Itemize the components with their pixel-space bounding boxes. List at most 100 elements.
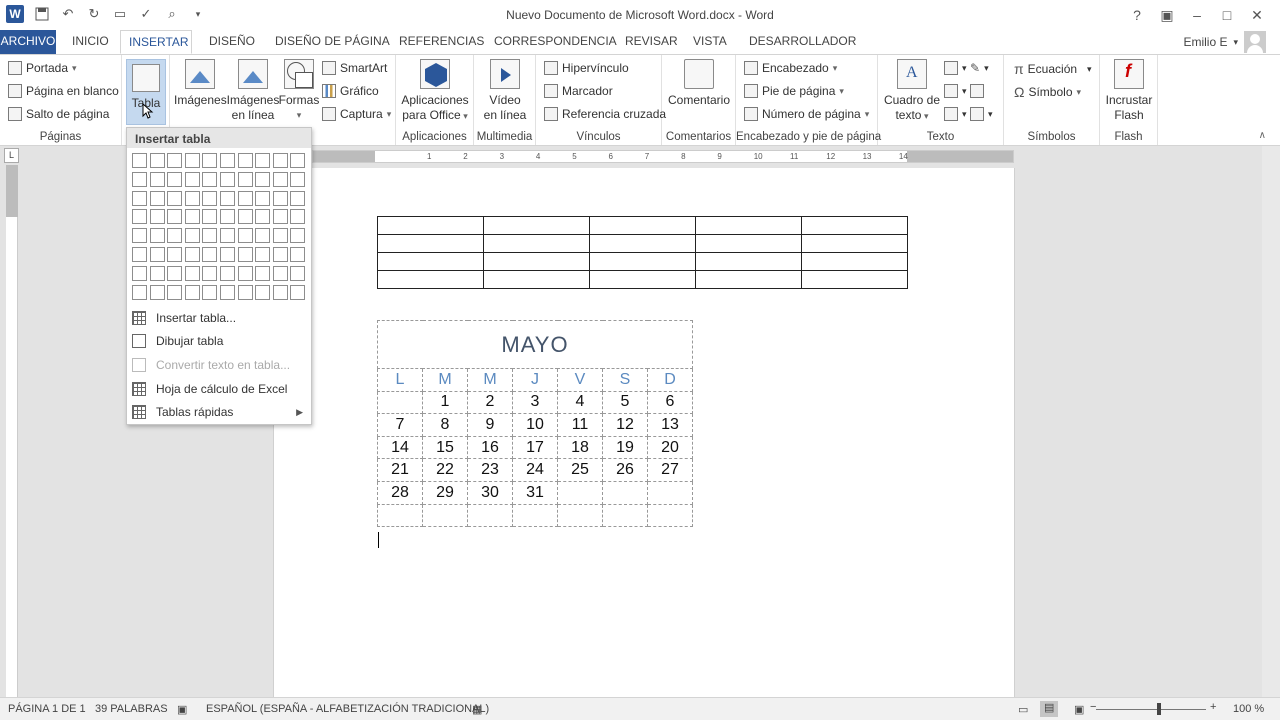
quick-parts-button[interactable]: ▾ — [944, 61, 967, 75]
grid-cell[interactable] — [237, 228, 253, 244]
grid-cell[interactable] — [167, 171, 183, 187]
smartart-button[interactable]: SmartArt — [322, 61, 387, 75]
tab-diseno-pagina[interactable]: DISEÑO DE PÁGINA — [267, 30, 398, 54]
tab-archivo[interactable]: ARCHIVO — [0, 30, 56, 54]
zoom-slider[interactable] — [1096, 709, 1206, 710]
tab-revisar[interactable]: REVISAR — [617, 30, 686, 54]
grid-cell[interactable] — [132, 153, 147, 168]
tab-diseno[interactable]: DISEÑO — [201, 30, 263, 54]
grid-cell[interactable] — [219, 209, 235, 225]
grid-cell[interactable] — [255, 246, 271, 262]
tab-insertar[interactable]: INSERTAR — [120, 30, 192, 54]
grid-cell[interactable] — [237, 190, 253, 206]
grid-cell[interactable] — [290, 190, 306, 206]
calendar-day-cell[interactable]: 18 — [557, 435, 603, 460]
calendar-table[interactable]: MAYO LMMJVSD 1 2 3 4 5 6 7 8 9 10 11 12 13 14 15 16 17 18… — [377, 320, 693, 528]
calendar-day-cell[interactable]: 16 — [467, 435, 513, 460]
grid-cell[interactable] — [167, 284, 183, 300]
tab-referencias[interactable]: REFERENCIAS — [391, 30, 492, 54]
grid-cell[interactable] — [272, 284, 288, 300]
menu-item-tablas-rapidas[interactable]: Tablas rápidas ▶ — [127, 401, 313, 423]
calendar-day-cell[interactable]: 6 — [647, 390, 693, 415]
grid-cell[interactable] — [202, 228, 218, 244]
calendar-day-cell[interactable]: 22 — [422, 458, 468, 482]
grid-cell[interactable] — [219, 228, 235, 244]
grid-cell[interactable] — [132, 209, 147, 225]
grid-cell[interactable] — [255, 209, 271, 225]
close-button[interactable]: ✕ — [1242, 4, 1272, 26]
calendar-day-cell[interactable]: 24 — [512, 458, 558, 482]
imagenes-button[interactable]: Imágenes — [174, 59, 227, 108]
zoom-slider-thumb[interactable] — [1157, 703, 1161, 715]
grid-cell[interactable] — [132, 228, 147, 244]
grid-cell[interactable] — [219, 171, 235, 187]
read-mode-icon[interactable]: ▭ — [1018, 703, 1028, 716]
calendar-day-cell[interactable]: 3 — [512, 390, 558, 415]
vertical-ruler[interactable] — [6, 165, 18, 697]
web-layout-icon[interactable]: ▣ — [1074, 703, 1084, 716]
grid-cell[interactable] — [132, 265, 147, 281]
tab-correspondencia[interactable]: CORRESPONDENCIA — [486, 30, 625, 54]
ecuacion-button[interactable]: π Ecuación ▾ — [1014, 61, 1092, 77]
grid-cell[interactable] — [149, 153, 165, 168]
horizontal-ruler[interactable]: 1 2 3 4 5 6 7 8 9 10 11 12 13 14 — [312, 150, 1014, 163]
tab-selector[interactable]: L — [4, 148, 19, 163]
grid-cell[interactable] — [149, 190, 165, 206]
incrustar-flash-button[interactable]: Incrustar Flash — [1102, 59, 1156, 123]
zoom-in-icon[interactable]: + — [1210, 701, 1216, 713]
grid-cell[interactable] — [132, 246, 147, 262]
grid-cell[interactable] — [219, 153, 235, 168]
grid-cell[interactable] — [290, 265, 306, 281]
grid-cell[interactable] — [272, 246, 288, 262]
simbolo-button[interactable]: Ω Símbolo — [1014, 84, 1081, 100]
grid-cell[interactable] — [167, 246, 183, 262]
calendar-day-cell[interactable]: 13 — [647, 413, 693, 437]
maximize-button[interactable]: □ — [1212, 4, 1242, 26]
pie-pagina-button[interactable]: Pie de página — [744, 84, 844, 98]
cuadro-texto-button[interactable]: Cuadro de texto — [880, 59, 944, 124]
grid-cell[interactable] — [184, 265, 200, 281]
calendar-day-cell[interactable]: 28 — [377, 480, 423, 505]
empty-table[interactable] — [377, 216, 908, 289]
grid-cell[interactable] — [184, 228, 200, 244]
grid-cell[interactable] — [202, 209, 218, 225]
calendar-day-cell[interactable] — [512, 503, 558, 528]
grid-cell[interactable] — [237, 284, 253, 300]
grid-cell[interactable] — [255, 190, 271, 206]
grid-cell[interactable] — [290, 171, 306, 187]
grid-cell[interactable] — [132, 190, 147, 206]
aplicaciones-office-button[interactable]: Aplicaciones para Office — [400, 59, 470, 124]
grid-cell[interactable] — [219, 246, 235, 262]
grid-cell[interactable] — [272, 171, 288, 187]
calendar-day-cell[interactable] — [647, 503, 693, 528]
grid-cell[interactable] — [167, 153, 183, 168]
help-button[interactable]: ? — [1122, 4, 1152, 26]
grid-cell[interactable] — [290, 284, 306, 300]
grid-cell[interactable] — [149, 265, 165, 281]
grid-cell[interactable] — [202, 284, 218, 300]
grid-cell[interactable] — [255, 153, 271, 168]
grid-cell[interactable] — [290, 153, 306, 168]
portada-button[interactable]: Portada — [8, 61, 77, 75]
menu-item-hoja-excel[interactable]: Hoja de cálculo de Excel — [127, 378, 313, 400]
tab-desarrollador[interactable]: DESARROLLADOR — [741, 30, 864, 54]
referencia-cruzada-button[interactable]: Referencia cruzada — [544, 107, 666, 121]
calendar-day-cell[interactable]: 20 — [647, 435, 693, 460]
calendar-day-cell[interactable]: 2 — [467, 390, 513, 415]
calendar-day-cell[interactable] — [377, 390, 423, 415]
calendar-day-cell[interactable]: 9 — [467, 413, 513, 437]
calendar-day-cell[interactable]: 27 — [647, 458, 693, 482]
calendar-day-cell[interactable] — [557, 503, 603, 528]
calendar-day-cell[interactable]: 4 — [557, 390, 603, 415]
calendar-day-cell[interactable] — [647, 480, 693, 505]
calendar-day-cell[interactable] — [602, 480, 648, 505]
calendar-day-cell[interactable]: 31 — [512, 480, 558, 505]
macro-record-icon[interactable]: ▦ — [472, 703, 482, 716]
calendar-day-cell[interactable] — [467, 503, 513, 528]
formas-button[interactable]: Formas ▾ — [278, 59, 320, 123]
date-time-button[interactable] — [970, 84, 984, 98]
grid-cell[interactable] — [255, 171, 271, 187]
hipervinculo-button[interactable]: Hipervínculo — [544, 61, 629, 75]
page-count[interactable]: PÁGINA 1 DE 1 — [8, 703, 86, 715]
insert-table-grid[interactable] — [132, 153, 308, 303]
